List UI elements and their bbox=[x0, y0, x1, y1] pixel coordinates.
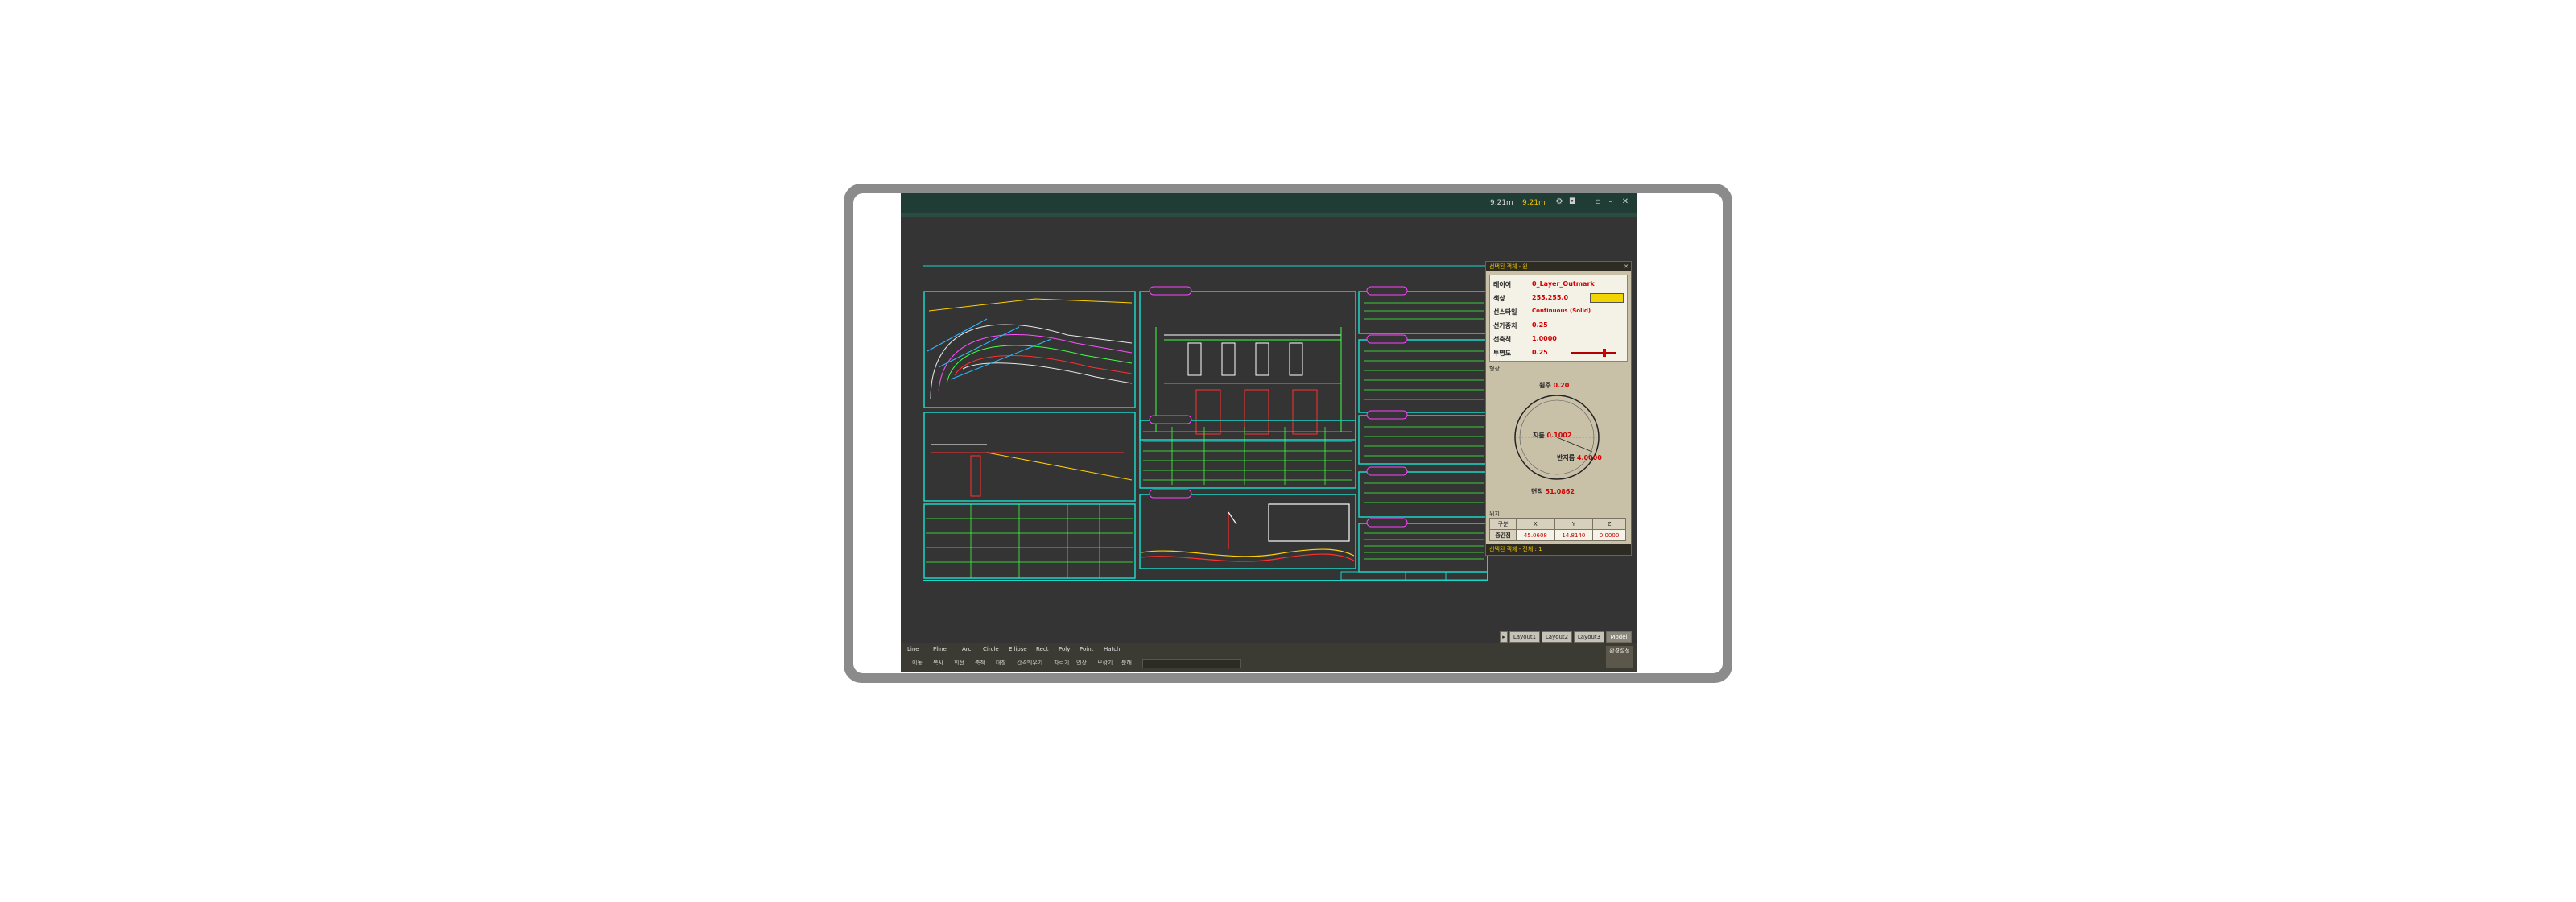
property-value: 0_Layer_Outmark bbox=[1532, 280, 1595, 288]
color-swatch[interactable] bbox=[1590, 293, 1624, 303]
menu-pline[interactable]: Pline bbox=[933, 646, 947, 652]
menu-line[interactable]: Line bbox=[907, 646, 919, 652]
property-value: 255,255,0 bbox=[1532, 294, 1569, 301]
menu-explode[interactable]: 분해 bbox=[1121, 659, 1132, 667]
property-row-layer[interactable]: 레이어 0_Layer_Outmark bbox=[1490, 277, 1627, 291]
menu-trim[interactable]: 자르기 bbox=[1054, 659, 1069, 667]
menu-scale[interactable]: 축척 bbox=[975, 659, 985, 667]
tab-layout2[interactable]: Layout2 bbox=[1542, 631, 1572, 643]
settings-label: 환경설정 bbox=[1609, 648, 1630, 654]
transparency-slider-handle[interactable] bbox=[1603, 349, 1606, 357]
panel-close-icon[interactable]: ✕ bbox=[1624, 262, 1629, 271]
table-header: Y bbox=[1554, 518, 1594, 530]
maximize-icon[interactable]: – bbox=[1606, 197, 1616, 207]
table-cell[interactable]: 0.0000 bbox=[1592, 529, 1626, 541]
site-plan-frame bbox=[923, 291, 1136, 408]
property-row-lineweight[interactable]: 선가중치 0.25 bbox=[1490, 318, 1627, 332]
close-icon[interactable]: ✕ bbox=[1620, 197, 1630, 207]
settings-icon[interactable]: ⚙ bbox=[1554, 197, 1564, 207]
menu-rect[interactable]: Rect bbox=[1036, 646, 1048, 652]
property-row-transparency[interactable]: 투명도 0.25 bbox=[1490, 345, 1627, 359]
table-cell: 중간점 bbox=[1488, 529, 1517, 541]
tab-layout1[interactable]: Layout1 bbox=[1509, 631, 1540, 643]
menu-copy[interactable]: 복사 bbox=[933, 659, 943, 667]
command-toolbar: Line Pline Arc Circle Ellipse Rect Poly … bbox=[901, 643, 1637, 672]
tab-model[interactable]: Model bbox=[1606, 631, 1632, 643]
status-left: 9,21m bbox=[1490, 199, 1513, 207]
circumference-readout: 원주 0.20 bbox=[1539, 382, 1570, 389]
menu-hatch[interactable]: Hatch bbox=[1104, 646, 1121, 652]
diameter-readout: 지름 0.1002 bbox=[1533, 432, 1572, 439]
table-header: 구분 bbox=[1488, 518, 1517, 530]
property-value: 0.25 bbox=[1532, 349, 1548, 356]
menu-extend[interactable]: 연장 bbox=[1076, 659, 1087, 667]
cross-section-frame bbox=[923, 412, 1136, 502]
property-row-linetype[interactable]: 선스타일 Continuous (Solid) bbox=[1490, 304, 1627, 318]
selection-count-footer: 선택된 객체 - 전체 : 1 bbox=[1486, 544, 1631, 555]
properties-panel-header: 선택된 객체 - 원 ✕ bbox=[1486, 262, 1631, 271]
site-plan-linework bbox=[927, 298, 1133, 400]
table-cell[interactable]: 14.8140 bbox=[1554, 529, 1594, 541]
coordinate-table: 구분 X Y Z 중간점 45.0608 14.8140 0.0000 bbox=[1488, 518, 1626, 541]
property-key: 선가중치 bbox=[1493, 322, 1517, 329]
menu-offset[interactable]: 간격띄우기 bbox=[1017, 659, 1042, 667]
settings-button[interactable]: 환경설정 bbox=[1606, 646, 1633, 668]
property-value: 0.25 bbox=[1532, 321, 1548, 329]
status-right: 9,21m bbox=[1522, 199, 1546, 207]
ribbon-strip bbox=[901, 213, 1637, 217]
tab-layout3[interactable]: Layout3 bbox=[1574, 631, 1604, 643]
property-row-color[interactable]: 색상 255,255,0 bbox=[1490, 291, 1627, 304]
property-row-linescale[interactable]: 선축척 1.0000 bbox=[1490, 332, 1627, 345]
notes-frame bbox=[1358, 523, 1488, 573]
menu-circle[interactable]: Circle bbox=[983, 646, 999, 652]
minimize-icon[interactable]: ▫ bbox=[1593, 197, 1603, 207]
menu-fillet[interactable]: 모깎기 bbox=[1097, 659, 1113, 667]
cad-application-window: 9,21m 9,21m ⚙ ◘ ▫ – ✕ 선택된 객체 - 원 ✕ 레이어 0… bbox=[901, 193, 1637, 672]
menu-mirror[interactable]: 대칭 bbox=[996, 659, 1006, 667]
transparency-slider[interactable] bbox=[1571, 352, 1616, 354]
table-cell[interactable]: 45.0608 bbox=[1516, 529, 1555, 541]
table-header: Z bbox=[1592, 518, 1626, 530]
command-input[interactable] bbox=[1142, 659, 1241, 668]
menu-ellipse[interactable]: Ellipse bbox=[1009, 646, 1027, 652]
title-bar: 9,21m 9,21m ⚙ ◘ ▫ – ✕ bbox=[901, 193, 1637, 213]
area-readout: 면적 51.0862 bbox=[1531, 488, 1575, 495]
table-header: X bbox=[1516, 518, 1555, 530]
property-key: 레이어 bbox=[1493, 281, 1512, 288]
property-key: 선축척 bbox=[1493, 336, 1512, 343]
property-key: 선스타일 bbox=[1493, 308, 1517, 316]
profile-frame bbox=[1139, 494, 1356, 569]
drawing-canvas[interactable] bbox=[923, 263, 1497, 586]
property-key: 색상 bbox=[1493, 295, 1505, 302]
property-key: 투명도 bbox=[1493, 350, 1512, 357]
menu-move[interactable]: 이동 bbox=[912, 659, 923, 667]
circle-preview: 원주 0.20 지름 0.1002 반지름 4.0000 면적 51.0862 bbox=[1486, 373, 1631, 510]
menu-rotate[interactable]: 회전 bbox=[954, 659, 964, 667]
menu-arc[interactable]: Arc bbox=[962, 646, 971, 652]
menu-point[interactable]: Point bbox=[1080, 646, 1093, 652]
properties-panel-title: 선택된 객체 - 원 bbox=[1489, 263, 1528, 270]
property-value: 1.0000 bbox=[1532, 335, 1557, 342]
menu-poly[interactable]: Poly bbox=[1059, 646, 1070, 652]
help-icon[interactable]: ◘ bbox=[1567, 197, 1577, 207]
properties-panel: 선택된 객체 - 원 ✕ 레이어 0_Layer_Outmark 색상 255,… bbox=[1485, 261, 1632, 556]
tab-scroll-icon[interactable]: ▸ bbox=[1500, 631, 1508, 643]
property-list: 레이어 0_Layer_Outmark 색상 255,255,0 선스타일 Co… bbox=[1489, 275, 1628, 362]
radius-readout: 반지름 4.0000 bbox=[1557, 454, 1602, 461]
position-section-label: 위치 bbox=[1489, 511, 1500, 517]
geometry-section-label: 형상 bbox=[1489, 366, 1500, 372]
property-value: Continuous (Solid) bbox=[1532, 308, 1591, 314]
